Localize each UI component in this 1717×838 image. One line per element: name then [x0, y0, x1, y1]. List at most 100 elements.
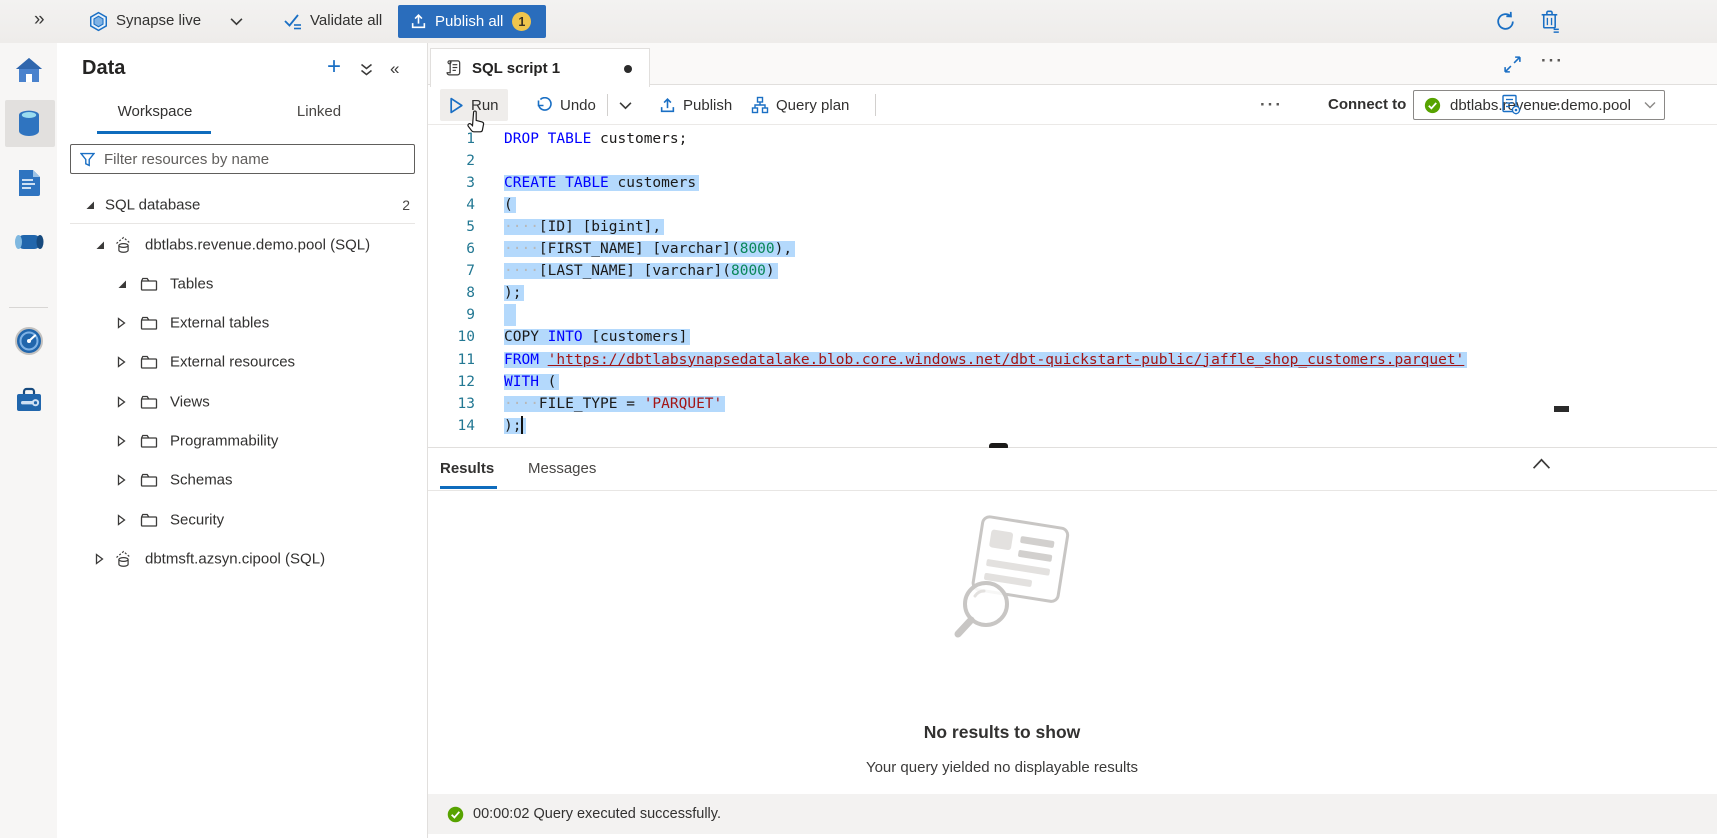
expanded-triangle-icon[interactable] — [117, 279, 127, 289]
expand-editor-icon[interactable] — [1503, 55, 1522, 74]
toolbar-overflow-icon[interactable]: ··· — [1540, 95, 1563, 115]
collapsed-triangle-icon[interactable] — [117, 396, 126, 408]
tree-item-tables[interactable]: Tables — [57, 265, 428, 303]
nav-develop[interactable] — [5, 159, 52, 206]
mode-selector[interactable]: Synapse live — [116, 12, 201, 29]
connect-to-label: Connect to — [1328, 96, 1406, 113]
add-resource-icon[interactable]: + — [327, 53, 341, 81]
selection-highlight: CREATE TABLE customers — [504, 175, 699, 191]
expanded-triangle-icon[interactable] — [85, 200, 95, 210]
tab-workspace[interactable]: Workspace — [95, 103, 215, 120]
toolbar-divider — [607, 94, 608, 116]
tree-item-label: Views — [170, 394, 210, 411]
tree-item-external-resources[interactable]: External resources — [57, 343, 428, 381]
query-plan-icon — [751, 96, 769, 114]
run-button[interactable]: Run — [440, 89, 508, 121]
properties-icon[interactable] — [1500, 93, 1522, 116]
undo-label: Undo — [560, 97, 596, 114]
collapsed-triangle-icon[interactable] — [95, 553, 104, 565]
line-content: WITH ( — [504, 371, 559, 393]
folder-icon — [140, 395, 158, 410]
undo-redo-dropdown[interactable] — [610, 89, 641, 121]
collapse-all-icon[interactable] — [359, 63, 374, 77]
folder-icon — [140, 513, 158, 528]
mode-chevron-down-icon[interactable] — [230, 17, 243, 26]
validate-all-button[interactable]: Validate all — [310, 12, 382, 29]
upload-icon — [410, 13, 427, 30]
sql-script-icon — [444, 58, 463, 78]
nav-home[interactable] — [5, 46, 52, 93]
collapsed-triangle-icon[interactable] — [117, 514, 126, 526]
tree-item-dbtlabs-revenue-demo-pool-sql[interactable]: dbtlabs.revenue.demo.pool (SQL) — [57, 226, 428, 264]
collapse-results-icon[interactable] — [1532, 458, 1551, 470]
nav-integrate[interactable] — [5, 218, 52, 265]
tab-messages[interactable]: Messages — [528, 460, 596, 477]
selection-highlight: ····[ID] [bigint], — [504, 219, 664, 235]
expand-sidebar-icon[interactable]: » — [34, 10, 45, 29]
line-number: 12 — [428, 371, 475, 393]
empty-state-subtitle: Your query yielded no displayable result… — [428, 759, 1576, 776]
query-plan-button[interactable]: Query plan — [742, 89, 858, 121]
results-active-indicator — [440, 486, 497, 489]
filter-input[interactable] — [102, 150, 414, 169]
folder-icon — [140, 473, 158, 488]
line-number: 14 — [428, 415, 475, 437]
tree-item-schemas[interactable]: Schemas — [57, 461, 428, 499]
tree-item-label: Tables — [170, 276, 213, 293]
tree-item-dbtmsft-azsyn-cipool-sql[interactable]: dbtmsft.azsyn.cipool (SQL) — [57, 540, 428, 578]
tab-linked[interactable]: Linked — [259, 103, 379, 120]
manage-icon — [14, 386, 44, 414]
publish-label: Publish — [683, 97, 732, 114]
line-content: COPY INTO [customers] — [504, 326, 690, 348]
collapsed-triangle-icon[interactable] — [117, 317, 126, 329]
tree-item-label: External tables — [170, 315, 269, 332]
publish-button[interactable]: Publish — [650, 89, 741, 121]
collapse-panel-icon[interactable]: « — [390, 59, 398, 79]
tree-item-programmability[interactable]: Programmability — [57, 422, 428, 460]
collapsed-triangle-icon[interactable] — [117, 356, 126, 368]
undo-icon — [535, 97, 553, 114]
no-results-illustration — [924, 508, 1084, 658]
tab-sql-script-1[interactable]: SQL script 1 — [430, 48, 650, 87]
line-content: ( — [504, 194, 516, 216]
discard-trash-icon[interactable] — [1538, 8, 1563, 34]
active-tab-indicator — [97, 131, 211, 134]
publish-all-button[interactable]: Publish all 1 — [398, 5, 546, 38]
nav-manage[interactable] — [5, 376, 52, 423]
tab-results[interactable]: Results — [440, 460, 494, 477]
text-cursor — [521, 416, 523, 434]
line-number: 3 — [428, 172, 475, 194]
tree-item-sql-database[interactable]: SQL database2 — [57, 186, 428, 224]
code-editor[interactable]: 1DROP TABLE customers;23CREATE TABLE cus… — [428, 125, 1717, 447]
nav-data[interactable] — [5, 100, 55, 147]
undo-button[interactable]: Undo — [526, 89, 605, 121]
tree-item-views[interactable]: Views — [57, 383, 428, 421]
tree-item-external-tables[interactable]: External tables — [57, 304, 428, 342]
refresh-icon[interactable] — [1494, 10, 1517, 33]
run-label: Run — [471, 97, 499, 114]
nav-monitor[interactable] — [5, 317, 52, 364]
tab-more-actions-icon[interactable]: ··· — [1541, 51, 1564, 71]
validate-icon — [283, 12, 303, 31]
selection-highlight: ); — [504, 418, 526, 434]
filter-box — [70, 144, 415, 174]
line-content: ····[LAST_NAME] [varchar](8000) — [504, 260, 778, 282]
expanded-triangle-icon[interactable] — [95, 240, 105, 250]
selection-highlight: ····[FIRST_NAME] [varchar](8000), — [504, 241, 795, 257]
collapsed-triangle-icon[interactable] — [117, 474, 126, 486]
folder-icon — [140, 277, 158, 292]
sql-pool-icon — [113, 235, 134, 255]
results-tabs-divider — [428, 490, 1717, 491]
line-content: ····[FIRST_NAME] [varchar](8000), — [504, 238, 795, 260]
tree-item-security[interactable]: Security — [57, 501, 428, 539]
line-content: ····FILE_TYPE = 'PARQUET' — [504, 393, 725, 415]
rail-divider — [9, 307, 48, 308]
toolbar-more-icon[interactable]: ··· — [1260, 95, 1283, 115]
query-status-bar: 00:00:02 Query executed successfully. — [428, 794, 1717, 834]
line-number: 11 — [428, 349, 475, 371]
collapsed-triangle-icon[interactable] — [117, 435, 126, 447]
selection-highlight: ····FILE_TYPE = 'PARQUET' — [504, 396, 725, 412]
line-number: 7 — [428, 260, 475, 282]
tree-item-label: Security — [170, 512, 224, 529]
pool-selector-dropdown[interactable]: dbtlabs.revenue.demo.pool — [1413, 90, 1665, 120]
